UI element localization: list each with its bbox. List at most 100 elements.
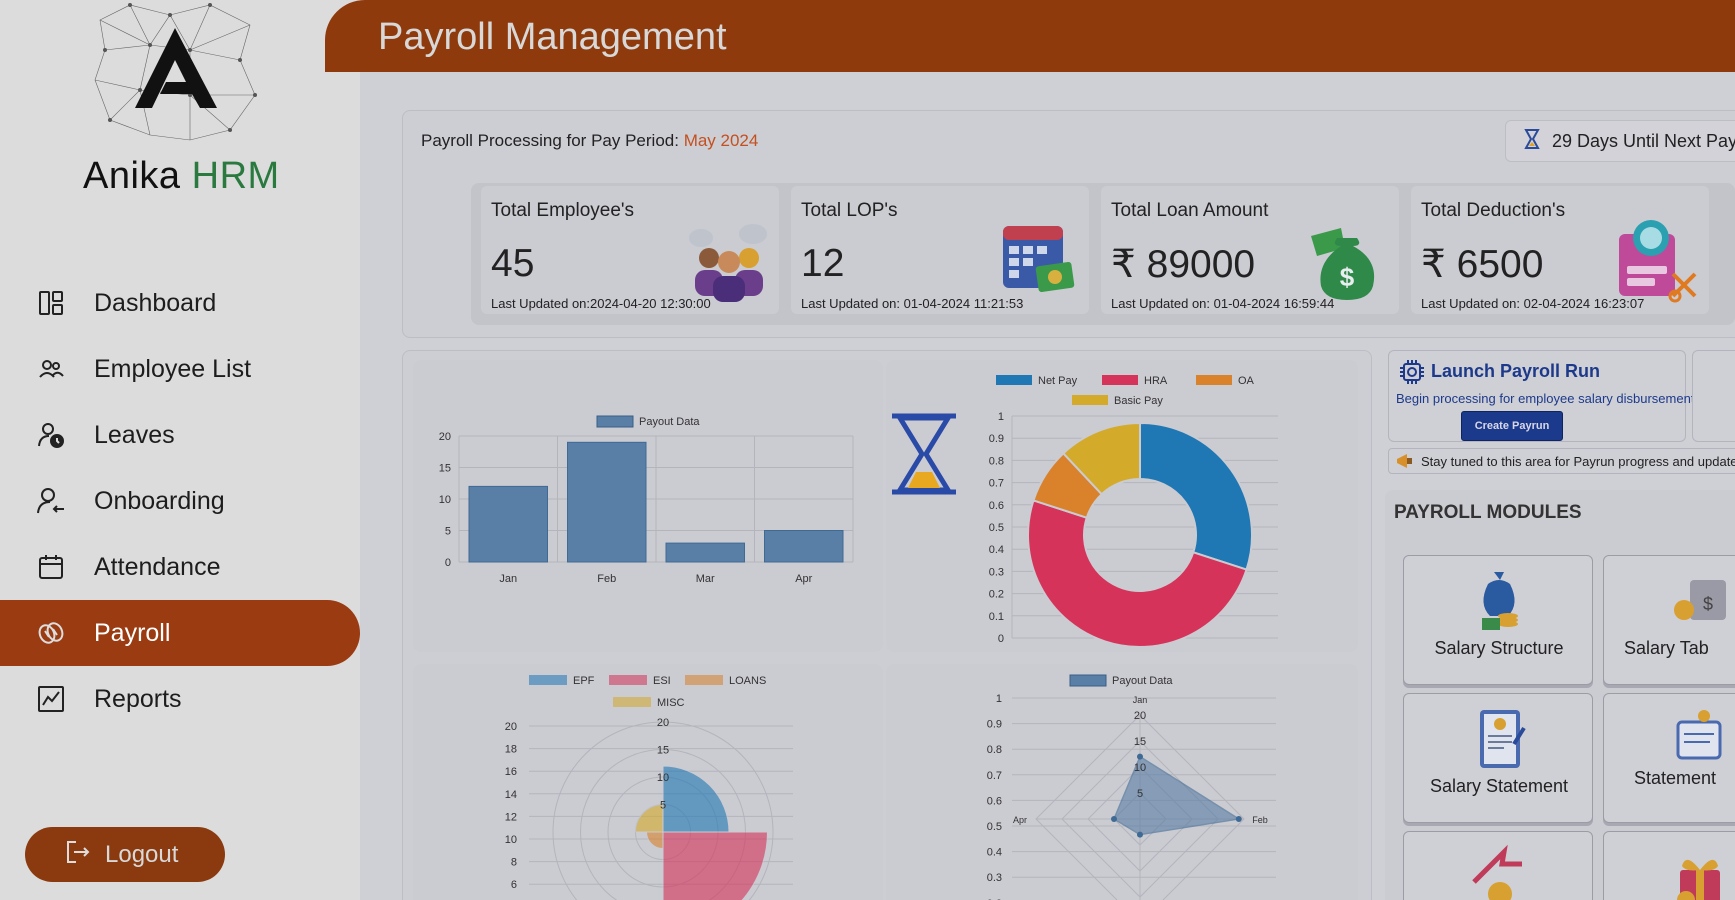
legend-swatch <box>1102 375 1138 385</box>
megaphone-icon <box>1395 452 1415 473</box>
legend-swatch <box>529 675 567 685</box>
y-tick-label: 0.5 <box>989 522 1004 534</box>
stat-title: Total Employee's <box>491 200 635 221</box>
y-tick-label: 16 <box>505 766 517 778</box>
sidebar-item-onboarding[interactable]: Onboarding <box>0 468 360 534</box>
y-tick-label: 0.9 <box>987 719 1002 731</box>
y-tick-label: 0.8 <box>989 455 1004 467</box>
payout-bar-chart: Payout Data 0 5 10 15 20 Jan Feb Mar Apr <box>439 415 854 585</box>
legend-swatch <box>996 375 1032 385</box>
calendar-icon <box>34 550 68 584</box>
y-tick-label: 6 <box>511 879 517 891</box>
logout-label: Logout <box>105 840 179 868</box>
y-tick-label: 0.6 <box>987 795 1002 807</box>
bar <box>468 485 548 563</box>
r-tick-label: 5 <box>1137 788 1143 800</box>
page-title: Payroll Management <box>378 16 727 58</box>
stat-value: 12 <box>801 242 845 285</box>
cpu-icon <box>1400 360 1424 384</box>
legend-label: HRA <box>1144 375 1168 387</box>
radar-point <box>1235 816 1242 822</box>
y-tick-label: 0.8 <box>987 744 1002 756</box>
svg-text:$: $ <box>1340 262 1355 292</box>
employees-group-icon <box>689 224 767 302</box>
donut-slice <box>1139 421 1253 571</box>
x-tick-label: Apr <box>795 573 812 585</box>
y-tick-label: 0.3 <box>989 566 1004 578</box>
r-tick-label: 20 <box>1134 710 1146 722</box>
r-tick-label: 15 <box>1134 736 1146 748</box>
launch-side-card <box>1692 350 1735 442</box>
stat-card-employees: Total Employee's 45 Last Updated on:2024… <box>481 186 779 314</box>
r-tick-label: 10 <box>1134 762 1146 774</box>
y-tick-label: 0.4 <box>989 544 1004 556</box>
y-tick-label: 5 <box>445 526 451 538</box>
sidebar-item-reports[interactable]: Reports <box>0 666 360 732</box>
sidebar-item-label: Dashboard <box>94 288 217 317</box>
sidebar-item-payroll[interactable]: Payroll <box>0 600 360 666</box>
sidebar-item-employee-list[interactable]: Employee List <box>0 336 360 402</box>
legend-swatch <box>613 697 651 707</box>
y-tick-label: 0.7 <box>987 770 1002 782</box>
radar-point <box>1137 831 1143 838</box>
user-clock-icon <box>34 418 68 452</box>
radar-axis-label: Jan <box>1133 695 1148 705</box>
module-salary-structure[interactable]: Salary Structure <box>1403 555 1593 685</box>
payout-radar-chart-card: Payout Data10.90.80.70.60.50.40.30.2JanF… <box>886 664 1358 900</box>
module-salary-statement[interactable]: Salary Statement <box>1403 693 1593 823</box>
sidebar-item-label: Reports <box>94 684 182 713</box>
y-tick-label: 0.9 <box>989 433 1004 445</box>
calendar-money-icon <box>1003 226 1075 292</box>
module-salary-table[interactable]: $ Salary Tab <box>1603 555 1735 685</box>
module-payout[interactable] <box>1403 831 1593 900</box>
legend-label: Basic Pay <box>1114 395 1163 407</box>
legend-swatch <box>1196 375 1232 385</box>
y-tick-label: 10 <box>439 494 451 506</box>
statement-scroll-icon <box>1676 710 1722 760</box>
user-arrow-icon <box>34 484 68 518</box>
y-tick-label: 8 <box>511 857 517 869</box>
legend-label: Payout Data <box>1112 675 1173 687</box>
sidebar-item-attendance[interactable]: Attendance <box>0 534 360 600</box>
x-tick-label: Feb <box>597 573 616 585</box>
x-tick-label: Mar <box>696 573 715 585</box>
logout-button[interactable]: Logout <box>25 827 225 882</box>
y-tick-label: 0.1 <box>989 611 1004 623</box>
legend-label: LOANS <box>729 675 766 687</box>
y-tick-label: 0.7 <box>989 478 1004 490</box>
polar-segment <box>662 831 769 900</box>
module-bonus[interactable] <box>1603 831 1735 900</box>
legend-label: Payout Data <box>639 416 700 428</box>
y-tick-label: 14 <box>505 789 517 801</box>
deduction-clipboard-icon <box>1619 220 1697 303</box>
r-tick-label: 20 <box>657 717 669 729</box>
sidebar-item-label: Onboarding <box>94 486 225 515</box>
sidebar-item-leaves[interactable]: Leaves <box>0 402 360 468</box>
stat-title: Total Deduction's <box>1421 200 1566 221</box>
polar-segment <box>662 765 730 833</box>
legend-swatch <box>685 675 723 685</box>
bar <box>665 542 745 563</box>
y-tick-label: 0.6 <box>989 500 1004 512</box>
sidebar: Anika HRM Dashboard Employee List Leaves… <box>0 0 360 900</box>
payrun-updates-banner: Stay tuned to this area for Payrun progr… <box>1388 448 1735 474</box>
bar <box>764 530 844 563</box>
legend-label: OA <box>1238 375 1255 387</box>
module-statement[interactable]: Statement <box>1603 693 1735 823</box>
x-tick-label: Jan <box>499 573 517 585</box>
hourglass-icon <box>892 413 956 495</box>
sidebar-item-label: Leaves <box>94 420 175 449</box>
sidebar-item-dashboard[interactable]: Dashboard <box>0 270 360 336</box>
y-tick-label: 1 <box>996 693 1002 705</box>
sidebar-item-label: Payroll <box>94 618 171 647</box>
salary-breakdown-chart-card: Net Pay HRA OA Basic Pay 0 0.1 0.2 0.3 0.4 0.5 0.6… <box>886 360 1358 652</box>
brand-logo <box>80 0 280 150</box>
sidebar-item-label: Employee List <box>94 354 252 383</box>
legend-swatch <box>596 415 634 428</box>
radar-point <box>1137 753 1143 760</box>
create-payrun-button[interactable]: Create Payrun <box>1461 411 1563 441</box>
gift-box-icon <box>1677 859 1720 900</box>
stat-card-loan: Total Loan Amount ₹ 89000 Last Updated o… <box>1101 186 1399 314</box>
deductions-chart-card: EPF ESI LOANS MISC 6 8 10 12 14 16 18 20 5 10 15 20 <box>413 664 883 900</box>
y-tick-label: 12 <box>505 811 517 823</box>
